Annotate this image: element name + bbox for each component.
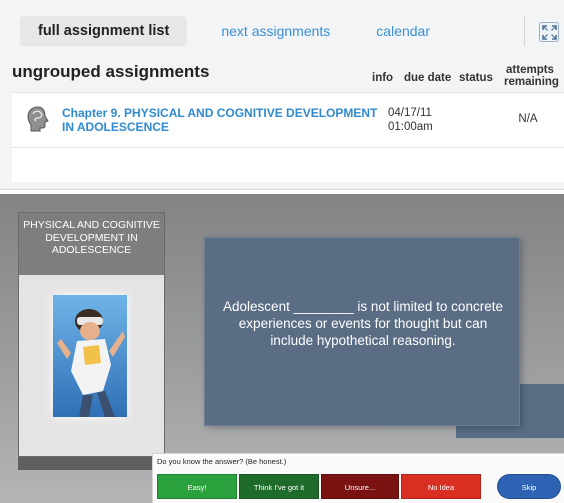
- topic-photo: [53, 295, 127, 417]
- table-row: Chapter 9. PHYSICAL AND COGNITIVE DEVELO…: [12, 92, 564, 148]
- column-attempts-line1: attempts: [506, 64, 554, 76]
- column-due-date: due date: [404, 72, 452, 84]
- column-status: status: [459, 72, 493, 84]
- no-idea-button[interactable]: No Idea: [401, 474, 481, 499]
- topic-title-band: PHYSICAL AND COGNITIVE DEVELOPMENT IN AD…: [19, 213, 164, 275]
- easy-button[interactable]: Easy!: [157, 474, 237, 499]
- group-title: ungrouped assignments: [12, 62, 210, 81]
- topic-title: PHYSICAL AND COGNITIVE DEVELOPMENT IN AD…: [23, 219, 160, 256]
- due-date-value: 04/17/11: [388, 107, 432, 119]
- attempts-remaining-value: N/A: [518, 113, 538, 125]
- tab-full-assignment-list[interactable]: full assignment list: [20, 16, 188, 46]
- column-attempts-remaining: attempts remaining: [504, 64, 559, 88]
- assignment-panel: full assignment list next assignments ca…: [0, 0, 564, 190]
- tab-next-assignments[interactable]: next assignments: [221, 23, 330, 39]
- question-text: Adolescent ________ is not limited to co…: [223, 299, 503, 348]
- brain-head-icon: [27, 106, 49, 132]
- tab-calendar[interactable]: calendar: [376, 23, 430, 39]
- assignment-due-date: 04/17/11 01:00am: [388, 106, 458, 134]
- topic-card-footer: [18, 457, 165, 470]
- tab-divider: [524, 16, 525, 46]
- column-attempts-line2: remaining: [504, 76, 559, 88]
- answer-bar: Do you know the answer? (Be honest.) Eas…: [152, 453, 564, 503]
- flashcard-area: PHYSICAL AND COGNITIVE DEVELOPMENT IN AD…: [0, 194, 564, 503]
- skip-button[interactable]: Skip: [497, 474, 561, 499]
- assignment-list: ungrouped assignments info due date stat…: [12, 50, 564, 182]
- think-ive-got-it-button[interactable]: Think I've got it: [239, 474, 319, 499]
- expand-button[interactable]: [539, 22, 559, 42]
- answer-prompt: Do you know the answer? (Be honest.): [157, 457, 287, 466]
- column-info: info: [372, 72, 394, 84]
- assignment-title-link[interactable]: Chapter 9. PHYSICAL AND COGNITIVE DEVELO…: [62, 106, 392, 134]
- expand-icon: [542, 25, 557, 40]
- topic-card: PHYSICAL AND COGNITIVE DEVELOPMENT IN AD…: [18, 212, 165, 457]
- question-card[interactable]: Adolescent ________ is not limited to co…: [204, 237, 520, 426]
- assignment-tabs: full assignment list next assignments ca…: [12, 12, 564, 50]
- due-time-value: 01:00am: [388, 121, 433, 133]
- assignment-list-header: ungrouped assignments info due date stat…: [12, 50, 564, 92]
- unsure-button[interactable]: Unsure...: [321, 474, 399, 499]
